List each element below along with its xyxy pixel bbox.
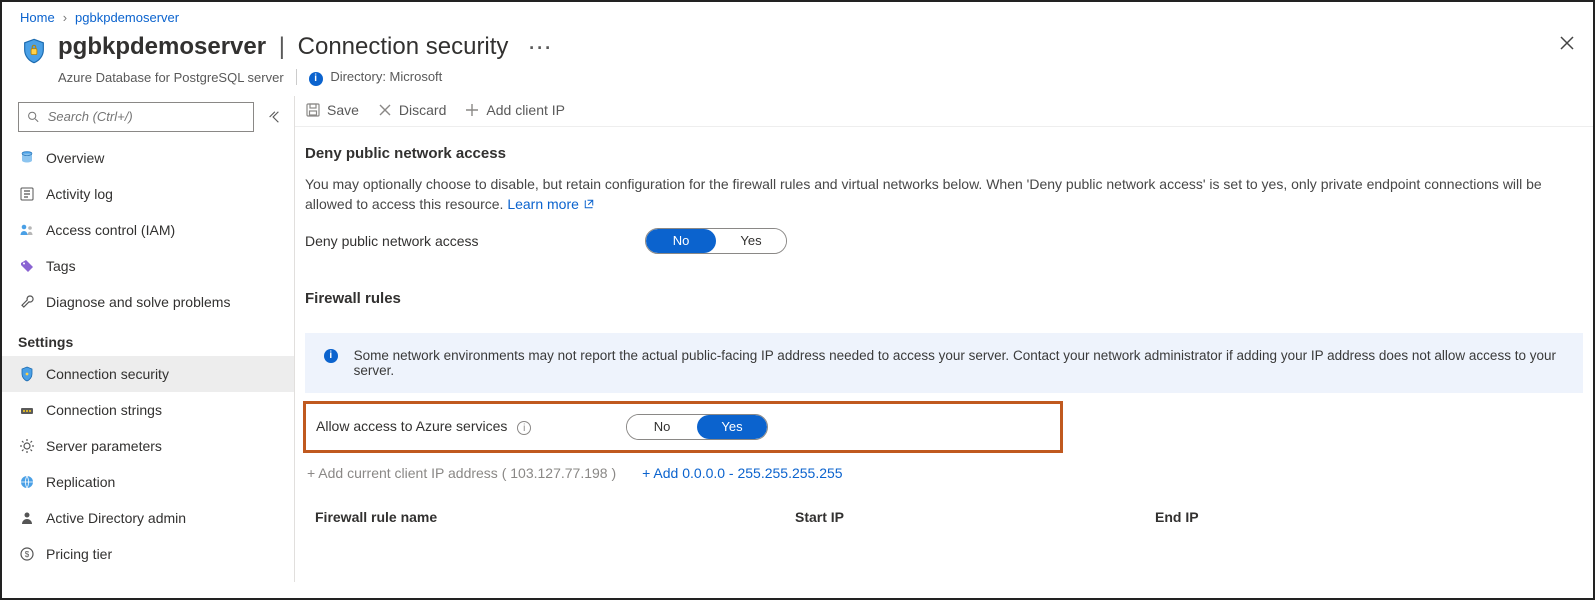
info-icon: i bbox=[324, 349, 338, 363]
main-content: Save Discard Add client IP Deny public n… bbox=[295, 96, 1593, 582]
sidebar-item-label: Access control (IAM) bbox=[46, 222, 175, 238]
allow-azure-toggle[interactable]: No Yes bbox=[626, 414, 768, 440]
breadcrumb-home[interactable]: Home bbox=[20, 10, 55, 25]
sidebar-item-label: Server parameters bbox=[46, 438, 162, 454]
col-start-ip: Start IP bbox=[795, 509, 1115, 525]
page-title-name: pgbkpdemoserver bbox=[58, 33, 266, 60]
sidebar-item-label: Activity log bbox=[46, 186, 113, 202]
access-control-icon bbox=[18, 221, 36, 239]
add-full-range-link[interactable]: + Add 0.0.0.0 - 255.255.255.255 bbox=[642, 465, 842, 481]
server-icon bbox=[18, 149, 36, 167]
gear-icon bbox=[18, 437, 36, 455]
deny-heading: Deny public network access bbox=[305, 145, 1583, 162]
sidebar-search[interactable] bbox=[18, 102, 254, 132]
sidebar-item-overview[interactable]: Overview bbox=[2, 140, 294, 176]
globe-icon bbox=[18, 473, 36, 491]
sidebar-item-connection-security[interactable]: Connection security bbox=[2, 356, 294, 392]
subtitle-divider bbox=[296, 69, 297, 85]
firewall-heading: Firewall rules bbox=[305, 290, 1583, 307]
add-current-ip-link[interactable]: + Add current client IP address ( 103.12… bbox=[307, 465, 616, 481]
sidebar-item-activity-log[interactable]: Activity log bbox=[2, 176, 294, 212]
deny-toggle-no[interactable]: No bbox=[646, 229, 716, 253]
plus-icon bbox=[464, 102, 480, 118]
sidebar-item-server-parameters[interactable]: Server parameters bbox=[2, 428, 294, 464]
save-button[interactable]: Save bbox=[305, 102, 359, 118]
page-subtitle: Azure Database for PostgreSQL server i D… bbox=[2, 67, 1593, 96]
allow-azure-toggle-no[interactable]: No bbox=[627, 415, 697, 439]
directory-label: Directory: Microsoft bbox=[330, 69, 442, 84]
learn-more-link[interactable]: Learn more bbox=[507, 196, 594, 212]
deny-description: You may optionally choose to disable, bu… bbox=[305, 174, 1555, 214]
tag-icon bbox=[18, 257, 36, 275]
allow-azure-label: Allow access to Azure services i bbox=[316, 418, 576, 436]
sidebar-item-label: Diagnose and solve problems bbox=[46, 294, 230, 310]
breadcrumb-server[interactable]: pgbkpdemoserver bbox=[75, 10, 179, 25]
svg-text:$: $ bbox=[25, 550, 30, 559]
command-bar: Save Discard Add client IP bbox=[295, 96, 1593, 127]
sidebar-section-settings: Settings bbox=[2, 320, 294, 356]
wrench-icon bbox=[18, 293, 36, 311]
deny-field-label: Deny public network access bbox=[305, 233, 605, 249]
sidebar-item-label: Tags bbox=[46, 258, 76, 274]
sidebar-item-label: Overview bbox=[46, 150, 104, 166]
sidebar-item-label: Replication bbox=[46, 474, 115, 490]
col-end-ip: End IP bbox=[1155, 509, 1475, 525]
page-title-page: Connection security bbox=[298, 33, 509, 60]
firewall-add-links: + Add current client IP address ( 103.12… bbox=[295, 459, 1593, 481]
col-rule-name: Firewall rule name bbox=[315, 509, 755, 525]
sidebar-item-tags[interactable]: Tags bbox=[2, 248, 294, 284]
firewall-rule-headers: Firewall rule name Start IP End IP bbox=[295, 481, 1593, 525]
discard-icon bbox=[377, 102, 393, 118]
add-client-ip-label: Add client IP bbox=[486, 102, 565, 118]
breadcrumb-sep: › bbox=[63, 10, 67, 25]
info-outline-icon[interactable]: i bbox=[517, 421, 531, 435]
sidebar-item-label: Pricing tier bbox=[46, 546, 112, 562]
sidebar-collapse-button[interactable] bbox=[264, 107, 284, 127]
allow-azure-toggle-yes[interactable]: Yes bbox=[697, 415, 767, 439]
allow-azure-highlight: Allow access to Azure services i No Yes bbox=[303, 401, 1063, 453]
shield-icon bbox=[20, 37, 48, 65]
save-icon bbox=[305, 102, 321, 118]
firewall-info-text: Some network environments may not report… bbox=[354, 348, 1564, 378]
breadcrumb: Home › pgbkpdemoserver bbox=[2, 2, 1593, 29]
sidebar-item-replication[interactable]: Replication bbox=[2, 464, 294, 500]
page-title-row: pgbkpdemoserver | Connection security ··… bbox=[2, 29, 1593, 67]
sidebar-item-label: Connection security bbox=[46, 366, 169, 382]
deny-section: Deny public network access You may optio… bbox=[295, 127, 1593, 258]
page-title-separator: | bbox=[273, 33, 291, 60]
deny-toggle-yes[interactable]: Yes bbox=[716, 229, 786, 253]
pricing-icon: $ bbox=[18, 545, 36, 563]
sidebar-search-input[interactable] bbox=[46, 108, 245, 125]
activity-log-icon bbox=[18, 185, 36, 203]
firewall-info-banner: i Some network environments may not repo… bbox=[305, 333, 1583, 393]
discard-button-label: Discard bbox=[399, 102, 446, 118]
sidebar-item-connection-strings[interactable]: Connection strings bbox=[2, 392, 294, 428]
sidebar-item-ad-admin[interactable]: Active Directory admin bbox=[2, 500, 294, 536]
info-icon: i bbox=[309, 72, 323, 86]
person-icon bbox=[18, 509, 36, 527]
shield-small-icon bbox=[18, 365, 36, 383]
firewall-section: Firewall rules bbox=[295, 258, 1593, 323]
search-icon bbox=[27, 110, 40, 124]
save-button-label: Save bbox=[327, 102, 359, 118]
sidebar: Overview Activity log Access control (IA… bbox=[2, 96, 295, 582]
deny-toggle[interactable]: No Yes bbox=[645, 228, 787, 254]
sidebar-item-label: Connection strings bbox=[46, 402, 162, 418]
sidebar-item-pricing-tier[interactable]: $ Pricing tier bbox=[2, 536, 294, 572]
connection-strings-icon bbox=[18, 401, 36, 419]
close-icon[interactable] bbox=[1559, 35, 1575, 56]
external-link-icon bbox=[583, 198, 595, 210]
sidebar-item-access-control[interactable]: Access control (IAM) bbox=[2, 212, 294, 248]
resource-type-label: Azure Database for PostgreSQL server bbox=[58, 70, 284, 85]
title-more-button[interactable]: ··· bbox=[515, 38, 553, 58]
discard-button[interactable]: Discard bbox=[377, 102, 446, 118]
add-client-ip-button[interactable]: Add client IP bbox=[464, 102, 565, 118]
sidebar-item-label: Active Directory admin bbox=[46, 510, 186, 526]
sidebar-item-diagnose[interactable]: Diagnose and solve problems bbox=[2, 284, 294, 320]
